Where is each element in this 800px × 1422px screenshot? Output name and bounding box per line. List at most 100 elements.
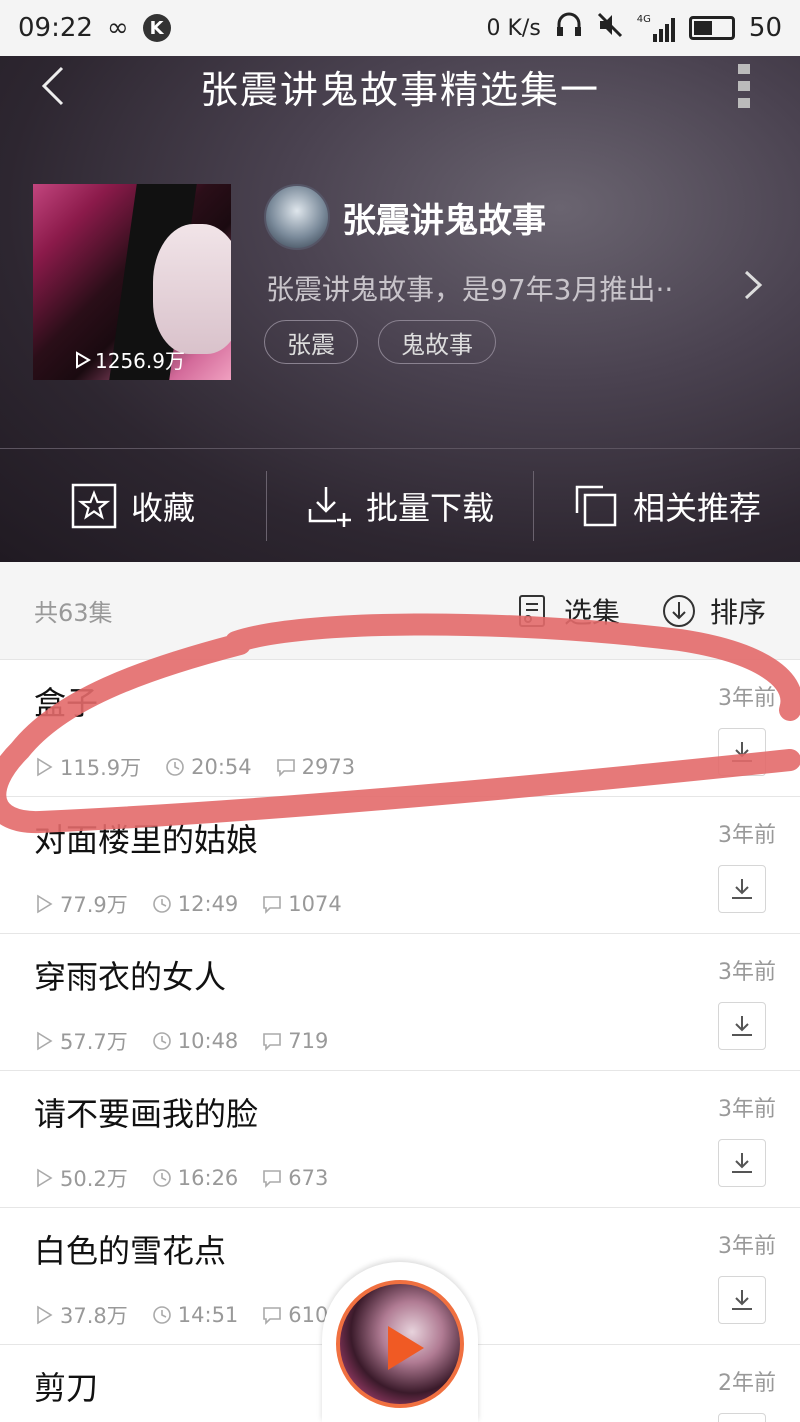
episode-duration-value: 12:49	[177, 892, 239, 916]
tag-item[interactable]: 张震	[264, 320, 358, 364]
episode-duration: 20:54	[165, 755, 252, 779]
play-icon[interactable]	[388, 1326, 424, 1370]
episode-duration: 16:26	[152, 1166, 238, 1190]
download-icon	[732, 1290, 752, 1310]
copy-icon	[575, 485, 617, 526]
episode-title[interactable]: 穿雨衣的女人	[34, 952, 226, 998]
clock-icon	[152, 1032, 171, 1050]
episode-plays-value: 77.9万	[60, 893, 128, 917]
episode-age: 3年前	[718, 823, 776, 848]
favorite-button[interactable]: 收藏	[0, 471, 266, 541]
clock-icon	[166, 758, 184, 776]
episode-title[interactable]: 对面楼里的姑娘	[34, 815, 258, 861]
episode-duration-value: 10:48	[177, 1029, 239, 1053]
author-name[interactable]: 张震讲鬼故事	[342, 193, 546, 242]
clock-icon	[152, 1306, 171, 1324]
mute-icon	[597, 12, 623, 45]
episode-comments-value: 2973	[301, 755, 356, 779]
episode-title[interactable]: 请不要画我的脸	[34, 1089, 258, 1135]
related-label: 相关推荐	[632, 488, 761, 527]
related-button[interactable]: 相关推荐	[533, 470, 800, 541]
comment-icon	[276, 759, 295, 777]
headphone-icon	[555, 12, 583, 45]
episode-duration: 10:48	[152, 1029, 239, 1053]
comment-icon	[263, 1033, 282, 1051]
episode-plays: 57.7万	[34, 1026, 128, 1056]
episode-title[interactable]: 盒子	[34, 678, 98, 724]
episode-age: 3年前	[718, 960, 776, 985]
network-speed: 0 K/s	[486, 15, 541, 41]
episode-plays-value: 50.2万	[60, 1167, 128, 1191]
album-header: 张震讲鬼故事精选集一 1256.9万 张震讲鬼故事 张震讲鬼故事，是97年3月推…	[0, 56, 800, 562]
episode-title[interactable]: 白色的雪花点	[34, 1226, 226, 1272]
episode-title[interactable]: 剪刀	[34, 1363, 98, 1409]
album-description[interactable]: 张震讲鬼故事，是97年3月推出··	[266, 268, 673, 308]
more-options-icon[interactable]	[738, 64, 750, 108]
play-icon	[37, 1031, 53, 1051]
episode-download-button[interactable]	[718, 1002, 766, 1050]
sort-down-icon	[662, 594, 695, 627]
episode-download-button[interactable]	[718, 865, 766, 913]
author-avatar[interactable]	[264, 184, 330, 250]
now-playing-cover[interactable]	[336, 1280, 464, 1408]
sort-button[interactable]: 排序	[662, 591, 766, 631]
play-icon	[37, 757, 53, 777]
episode-age: 3年前	[718, 1097, 776, 1122]
list-item[interactable]: 穿雨衣的女人 3年前 57.7万 10:48 719	[0, 934, 800, 1071]
comment-icon	[263, 1307, 282, 1325]
play-icon	[37, 1305, 53, 1325]
author-row[interactable]: 张震讲鬼故事	[264, 184, 546, 250]
back-icon[interactable]	[38, 66, 68, 106]
episode-meta: 115.9万 20:54 2973	[34, 752, 355, 782]
album-title: 张震讲鬼故事精选集一	[199, 67, 600, 112]
episode-meta: 57.7万 10:48 719	[34, 1026, 328, 1056]
episode-count: 共63集	[34, 599, 113, 627]
episode-download-button[interactable]	[718, 1276, 766, 1324]
select-episodes-label: 选集	[563, 595, 620, 629]
batch-download-button[interactable]: 批量下载	[266, 470, 533, 541]
comment-icon	[263, 1170, 282, 1188]
tag-item[interactable]: 鬼故事	[378, 320, 496, 364]
episode-comments: 1074	[262, 892, 342, 916]
battery-icon	[688, 16, 735, 40]
status-bar: 09:22 ∞ K 0 K/s 4G 50	[0, 0, 800, 56]
select-episodes-button[interactable]: 选集	[516, 591, 620, 631]
status-time: 09:22	[18, 13, 93, 43]
episode-comments: 673	[262, 1166, 328, 1190]
episode-download-button[interactable]	[718, 728, 766, 776]
list-item[interactable]: 对面楼里的姑娘 3年前 77.9万 12:49 1074	[0, 797, 800, 934]
mini-player[interactable]	[322, 1262, 478, 1422]
download-icon	[732, 1153, 752, 1173]
chevron-right-icon[interactable]	[742, 268, 764, 302]
play-count-icon	[76, 350, 91, 369]
episode-duration-value: 20:54	[191, 755, 252, 779]
episode-download-button[interactable]	[718, 1413, 766, 1422]
episode-comments: 610	[262, 1303, 328, 1327]
episode-comments-value: 610	[288, 1303, 329, 1327]
episode-age: 2年前	[718, 1371, 776, 1396]
episode-meta: 77.9万 12:49 1074	[34, 889, 342, 919]
comment-icon	[263, 896, 282, 914]
battery-level: 50	[748, 13, 782, 43]
episode-age: 3年前	[718, 1234, 776, 1259]
episode-comments-value: 719	[288, 1029, 329, 1053]
episode-meta: 37.8万 14:51 610	[34, 1300, 328, 1330]
album-cover[interactable]: 1256.9万	[33, 184, 231, 380]
action-bar: 收藏 批量下载 相关推荐	[0, 448, 800, 562]
play-icon	[37, 1168, 53, 1188]
episode-plays: 50.2万	[34, 1163, 128, 1193]
cover-play-count-value: 1256.9万	[95, 349, 185, 373]
clock-icon	[152, 1169, 171, 1187]
episode-plays-value: 115.9万	[60, 756, 142, 780]
episode-comments-value: 1074	[288, 892, 342, 916]
list-item[interactable]: 请不要画我的脸 3年前 50.2万 16:26 673	[0, 1071, 800, 1208]
episode-plays-value: 57.7万	[60, 1030, 128, 1054]
download-icon	[732, 1016, 752, 1036]
download-icon	[732, 879, 752, 899]
infinity-icon: ∞	[106, 13, 129, 43]
list-item[interactable]: 盒子 3年前 115.9万 20:54 2973	[0, 660, 800, 797]
episode-download-button[interactable]	[718, 1139, 766, 1187]
clock-icon	[152, 895, 171, 913]
episode-meta: 50.2万 16:26 673	[34, 1163, 328, 1193]
episode-comments-value: 673	[288, 1166, 329, 1190]
